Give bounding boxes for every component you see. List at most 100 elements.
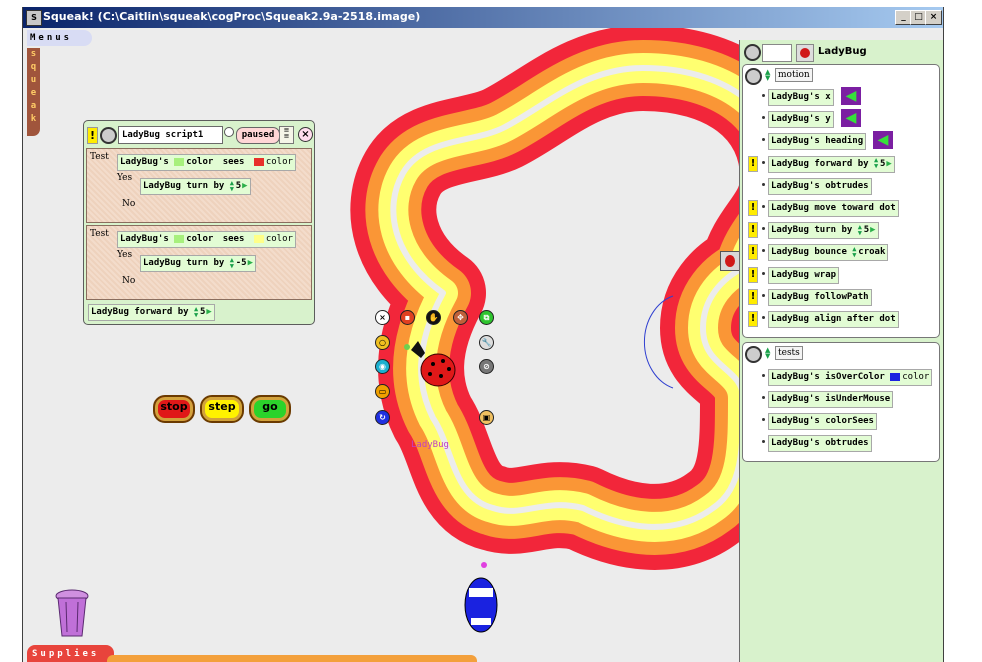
ladybug-viewer-icon[interactable] [796, 44, 814, 62]
viewer-row[interactable]: ! LadyBug wrap [745, 265, 939, 285]
viewer-row[interactable]: ! LadyBug turn by ▲ ▼ 5▶ [745, 220, 939, 240]
tests-category-label[interactable]: tests [775, 346, 803, 360]
halo-drag-icon[interactable]: ✥ [453, 310, 468, 325]
step-button[interactable]: step [200, 395, 244, 423]
play-triangle-icon[interactable]: ▶ [870, 223, 875, 238]
sees-color-test[interactable]: LadyBug's color sees color [117, 231, 296, 248]
run-command-button[interactable]: ! [748, 155, 758, 172]
squeak-flap-tab[interactable]: s q u e a k [27, 48, 40, 136]
green-arrow-icon[interactable]: ◀ [841, 109, 861, 128]
tile-extra[interactable]: color [902, 372, 929, 382]
script-name-field[interactable]: LadyBug script1 [118, 126, 223, 144]
green-arrow-icon[interactable]: ◀ [873, 131, 893, 150]
play-triangle-icon[interactable]: ▶ [248, 256, 253, 271]
run-command-button[interactable]: ! [748, 311, 758, 327]
go-button[interactable]: go [249, 395, 291, 423]
test-block-1[interactable]: Test LadyBug's color sees color Yes Lady… [86, 148, 312, 223]
play-triangle-icon[interactable]: ▶ [206, 305, 211, 320]
test-block-2[interactable]: Test LadyBug's color sees color Yes Lady… [86, 225, 312, 300]
morphic-world[interactable]: Menus s q u e a k Supplies ! LadyBug scr… [23, 28, 943, 662]
script-editor[interactable]: ! LadyBug script1 paused ≡ ≡ × Test LadyB… [83, 120, 315, 325]
command-tile[interactable]: LadyBug's colorSees [768, 413, 877, 430]
command-tile[interactable]: LadyBug wrap [768, 266, 840, 284]
tile-extra[interactable]: dot [879, 314, 895, 324]
command-tile[interactable]: LadyBug's heading [768, 133, 867, 151]
halo-duplicate-icon[interactable]: ⧉ [479, 310, 494, 325]
viewer-row[interactable]: LadyBug's x ◀ [745, 87, 939, 107]
command-tile[interactable]: LadyBug's x [768, 89, 834, 106]
motion-category-label[interactable]: motion [775, 68, 813, 82]
turn-by-tile[interactable]: LadyBug turn by ▲ ▼ -5▶ [140, 255, 256, 272]
viewer-object-name[interactable]: LadyBug [818, 46, 867, 57]
viewer-row[interactable]: LadyBug's obtrudes [745, 433, 939, 453]
viewer-row[interactable]: LadyBug's y ◀ [745, 109, 939, 129]
viewer-row[interactable]: ! LadyBug followPath [745, 287, 939, 307]
category-arrows-icon[interactable]: ▲ ▼ [765, 347, 771, 360]
viewer-row[interactable]: LadyBug's heading ◀ [745, 131, 939, 151]
script-menu-button[interactable] [100, 127, 117, 144]
command-tile[interactable]: LadyBug move toward dot [768, 200, 899, 217]
halo-rotate-icon[interactable]: ↻ [375, 410, 390, 425]
morph-name-label[interactable]: LadyBug [411, 440, 449, 450]
category-menu-button[interactable] [745, 68, 762, 85]
run-command-button[interactable]: ! [748, 222, 758, 239]
halo-tile-icon[interactable]: ▭ [375, 384, 390, 399]
run-command-button[interactable]: ! [748, 200, 758, 216]
halo-resize-icon[interactable]: ▣ [479, 410, 494, 425]
sees-color-swatch[interactable] [253, 234, 264, 243]
command-tile[interactable]: LadyBug's isOverColor color [768, 369, 933, 386]
tile-value[interactable]: 5 [880, 159, 885, 169]
viewer-row[interactable]: LadyBug's obtrudes [745, 176, 939, 196]
run-command-button[interactable]: ! [748, 244, 758, 261]
green-arrow-icon[interactable]: ◀ [841, 87, 861, 105]
halo-menu-icon[interactable]: ▪ [400, 310, 415, 325]
viewer-row[interactable]: ! LadyBug move toward dot [745, 198, 939, 218]
command-tile[interactable]: LadyBug turn by ▲ ▼ 5▶ [768, 222, 879, 240]
viewer-menu-button[interactable] [744, 44, 761, 61]
viewer-categories-icon[interactable] [762, 44, 792, 62]
viewer-row[interactable]: ! LadyBug bounce ▲ ▼ croak [745, 242, 939, 262]
run-command-button[interactable]: ! [748, 288, 758, 305]
command-tile[interactable]: LadyBug's obtrudes [768, 435, 872, 452]
command-tile[interactable]: LadyBug align after dot [768, 311, 899, 328]
trash-can-icon[interactable] [55, 588, 89, 640]
command-tile[interactable]: LadyBug's y [768, 111, 834, 129]
halo-delete-icon[interactable]: × [375, 310, 390, 325]
category-arrows-icon[interactable]: ▲ ▼ [765, 69, 771, 82]
halo-debug-icon[interactable]: 🔧 [479, 335, 494, 350]
sees-color-test[interactable]: LadyBug's color sees color [117, 154, 296, 171]
turn-by-tile[interactable]: LadyBug turn by ▲ ▼ 5▶ [140, 178, 251, 195]
category-menu-button[interactable] [745, 346, 762, 363]
title-bar[interactable]: S Squeak! (C:\Caitlin\squeak\cogProc\Squ… [23, 7, 943, 28]
forward-by-tile[interactable]: LadyBug forward by ▲ ▼ 5▶ [88, 304, 215, 321]
viewer-row[interactable]: ! LadyBug align after dot [745, 309, 939, 329]
script-menu-icon[interactable]: ≡ ≡ [279, 126, 294, 144]
viewer-row[interactable]: LadyBug's colorSees [745, 411, 939, 431]
color-swatch[interactable] [890, 372, 901, 381]
close-window-button[interactable]: × [925, 10, 942, 25]
tile-extra[interactable]: dot [879, 203, 895, 213]
stop-button[interactable]: stop [153, 395, 195, 423]
menus-flap-tab[interactable]: Menus [27, 30, 92, 46]
play-triangle-icon[interactable]: ▶ [886, 157, 891, 172]
run-once-button[interactable]: ! [87, 127, 98, 144]
close-script-button[interactable]: × [298, 127, 313, 142]
command-tile[interactable]: LadyBug forward by ▲ ▼ 5▶ [768, 155, 895, 173]
halo-viewer-icon[interactable]: ◉ [375, 359, 390, 374]
object-viewer[interactable]: LadyBug ▲ ▼ motion LadyBug's x ◀ LadyBug's … [739, 40, 943, 662]
command-tile[interactable]: LadyBug bounce ▲ ▼ croak [768, 244, 889, 262]
viewer-row[interactable]: LadyBug's isUnderMouse [745, 389, 939, 409]
viewer-row[interactable]: LadyBug's isOverColor color [745, 367, 939, 387]
play-triangle-icon[interactable]: ▶ [242, 179, 247, 194]
tile-value[interactable]: 5 [864, 225, 869, 235]
cmd-value[interactable]: -5 [236, 258, 247, 268]
run-command-button[interactable]: ! [748, 266, 758, 283]
ladybug-thumbnail-icon[interactable] [720, 251, 740, 271]
cmd-value[interactable]: 5 [236, 181, 241, 191]
tile-extra[interactable]: croak [858, 247, 885, 257]
script-status-toggle[interactable]: paused [236, 127, 280, 144]
halo-paint-icon[interactable]: ⊘ [479, 359, 494, 374]
cmd-value[interactable]: 5 [200, 307, 205, 317]
halo-collapse-icon[interactable]: ○ [375, 335, 390, 350]
supplies-flap-tab[interactable]: Supplies [27, 645, 114, 662]
